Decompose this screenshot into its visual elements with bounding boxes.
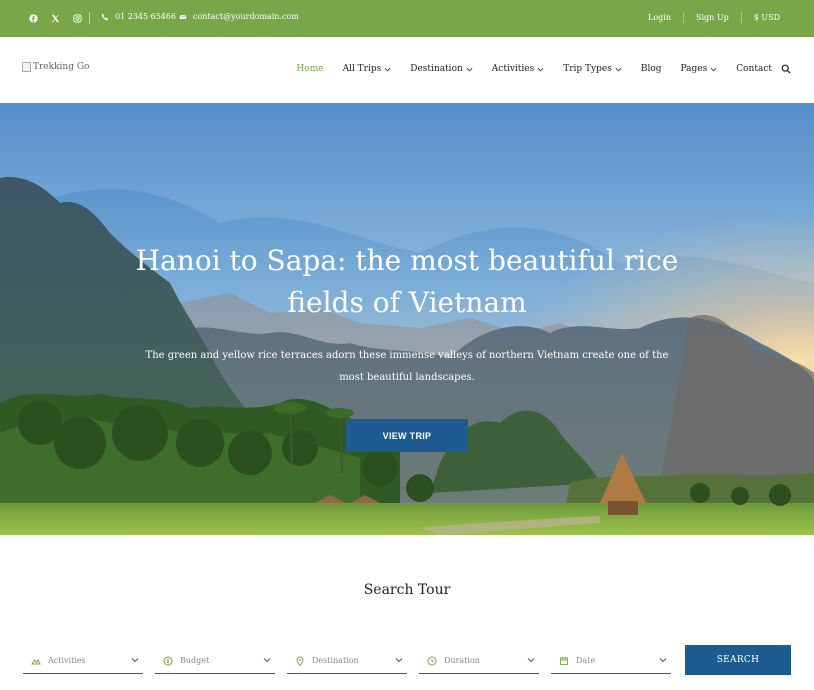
logo-alt-text: Trekking Go xyxy=(33,62,90,72)
nav-destination[interactable]: Destination xyxy=(410,64,473,74)
topbar-email[interactable]: contact@yourdomain.com xyxy=(179,12,299,21)
chevron-down-icon xyxy=(659,656,667,664)
phone-icon xyxy=(101,13,109,20)
nav-pages[interactable]: Pages xyxy=(681,64,718,74)
duration-select[interactable]: Duration xyxy=(419,648,539,674)
nav-label: Pages xyxy=(680,64,708,74)
nav-label: All Trips xyxy=(342,64,382,74)
field-placeholder: Destination xyxy=(312,656,359,665)
date-select[interactable]: Date xyxy=(551,648,671,674)
instagram-icon[interactable] xyxy=(66,12,88,24)
chevron-down-icon xyxy=(710,66,717,73)
chevron-down-icon xyxy=(395,656,403,664)
account-links: Login Sign Up $ USD xyxy=(636,12,814,23)
calendar-icon xyxy=(559,656,569,666)
search-icon[interactable] xyxy=(781,64,791,74)
chevron-down-icon xyxy=(615,66,622,73)
hero-title-line: Hanoi to Sapa: the most beautiful rice xyxy=(135,244,679,277)
phone-number: 01 2345 65466 xyxy=(115,12,177,21)
login-link[interactable]: Login xyxy=(636,12,683,23)
hero-subtitle: The green and yellow rice terraces adorn… xyxy=(145,350,669,383)
nav-label: Home xyxy=(296,64,324,74)
activities-icon xyxy=(31,656,41,666)
field-placeholder: Budget xyxy=(180,656,210,665)
budget-icon xyxy=(163,656,173,666)
clock-icon xyxy=(427,656,437,666)
chevron-down-icon xyxy=(466,66,473,73)
hero-banner: Hanoi to Sapa: the most beautiful rice f… xyxy=(0,103,814,535)
chevron-down-icon xyxy=(131,656,139,664)
top-bar: 01 2345 65466 contact@yourdomain.com Log… xyxy=(0,0,814,37)
chevron-down-icon xyxy=(537,66,544,73)
nav-label: Destination xyxy=(410,64,463,74)
chevron-down-icon xyxy=(527,656,535,664)
nav-all-trips[interactable]: All Trips xyxy=(343,64,392,74)
currency-selector[interactable]: $ USD xyxy=(740,12,814,23)
nav-label: Blog xyxy=(640,64,662,74)
nav-activities[interactable]: Activities xyxy=(492,64,544,74)
nav-label: Activities xyxy=(491,64,535,74)
broken-image-icon xyxy=(22,62,31,72)
search-button[interactable]: SEARCH xyxy=(685,645,791,675)
field-placeholder: Duration xyxy=(444,656,480,665)
topbar-divider xyxy=(89,12,90,24)
search-tour-heading: Search Tour xyxy=(363,582,451,598)
destination-select[interactable]: Destination xyxy=(287,648,407,674)
site-header: Trekking Go Home All Trips Destination A… xyxy=(0,37,814,103)
field-placeholder: Activities xyxy=(48,656,86,665)
hero-title: Hanoi to Sapa: the most beautiful rice f… xyxy=(0,240,814,324)
budget-select[interactable]: Budget xyxy=(155,648,275,674)
social-links xyxy=(22,12,88,24)
main-nav: Home All Trips Destination Activities Tr… xyxy=(296,64,791,74)
nav-contact[interactable]: Contact xyxy=(736,64,772,74)
x-twitter-icon[interactable] xyxy=(44,12,66,24)
location-pin-icon xyxy=(295,656,305,666)
envelope-icon xyxy=(179,14,187,19)
chevron-down-icon xyxy=(263,656,271,664)
nav-blog[interactable]: Blog xyxy=(641,64,662,74)
facebook-icon[interactable] xyxy=(22,12,44,24)
signup-link[interactable]: Sign Up xyxy=(683,12,741,23)
search-form: Activities Budget Destination Duration D… xyxy=(23,648,683,674)
site-logo[interactable]: Trekking Go xyxy=(22,62,89,72)
nav-trip-types[interactable]: Trip Types xyxy=(563,64,622,74)
nav-label: Contact xyxy=(736,64,772,74)
view-trip-button[interactable]: VIEW TRIP xyxy=(346,419,468,452)
hero-title-line: fields of Vietnam xyxy=(287,286,527,319)
nav-label: Trip Types xyxy=(563,64,612,74)
activities-select[interactable]: Activities xyxy=(23,648,143,674)
email-address: contact@yourdomain.com xyxy=(193,12,299,21)
field-placeholder: Date xyxy=(576,656,596,665)
nav-home[interactable]: Home xyxy=(296,64,323,74)
topbar-phone[interactable]: 01 2345 65466 xyxy=(101,12,176,21)
chevron-down-icon xyxy=(384,66,391,73)
